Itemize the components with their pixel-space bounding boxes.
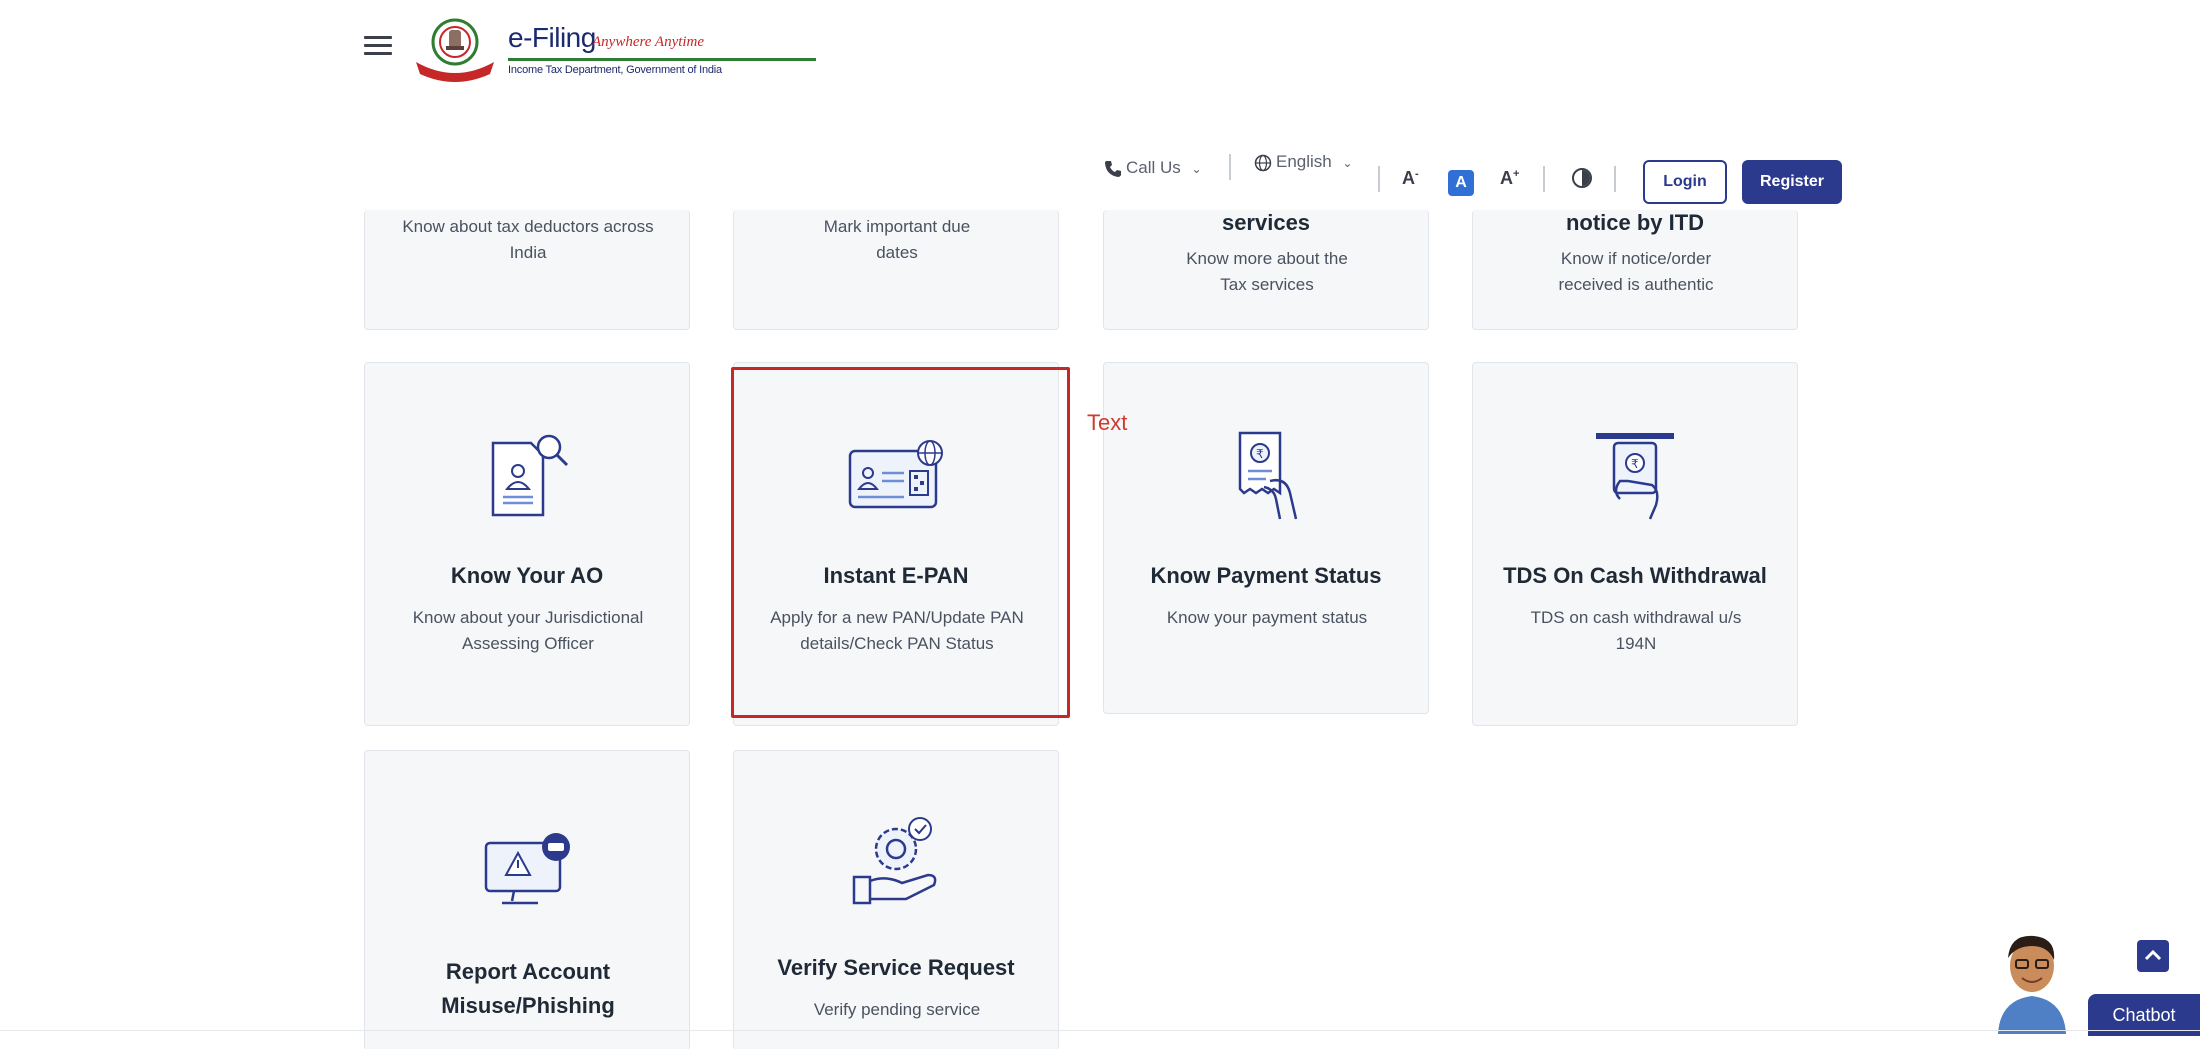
top-header: e-Filing Anywhere Anytime Income Tax Dep… xyxy=(0,0,2200,104)
card-tax-calendar[interactable]: Mark important due dates xyxy=(733,210,1059,330)
divider xyxy=(0,1030,2200,1031)
font-decrease-button[interactable]: A- xyxy=(1402,168,1419,189)
card-desc: TDS on cash withdrawal u/s 194N xyxy=(1530,608,1742,653)
emblem-icon xyxy=(416,18,494,82)
card-desc: Know more about the Tax services xyxy=(1186,249,1348,294)
divider xyxy=(1378,166,1380,192)
card-title: TDS On Cash Withdrawal xyxy=(1503,563,1767,588)
card-title: Know Payment Status xyxy=(1150,563,1382,588)
card-title: Know Your AO xyxy=(450,563,604,588)
call-us-label: Call Us xyxy=(1126,158,1181,177)
logo-underline xyxy=(508,58,816,61)
card-report-account-misuse[interactable]: Report Account Misuse/Phishing xyxy=(364,750,690,1049)
card-know-tan-details[interactable]: Know about tax deductors across India xyxy=(364,210,690,330)
svg-text:₹: ₹ xyxy=(1256,447,1264,461)
payment-receipt-hand-icon: ₹ xyxy=(1238,431,1298,520)
card-tds-cash-withdrawal[interactable]: ₹ TDS On Cash Withdrawal TDS on cash wit… xyxy=(1472,362,1798,726)
card-tax-services[interactable]: services Know more about the Tax service… xyxy=(1103,210,1429,330)
card-desc: Know about tax deductors across India xyxy=(402,217,654,262)
logo-subtitle: Income Tax Department, Government of Ind… xyxy=(508,64,722,76)
card-authenticate-notice[interactable]: notice by ITD Know if notice/order recei… xyxy=(1472,210,1798,330)
globe-icon xyxy=(1254,154,1272,171)
divider xyxy=(1543,166,1545,192)
language-dropdown[interactable]: English ⌄ xyxy=(1254,152,1353,172)
card-desc: Know your payment status xyxy=(1166,608,1368,627)
svg-text:₹: ₹ xyxy=(1631,457,1639,471)
contrast-toggle-icon[interactable] xyxy=(1572,168,1592,188)
font-increase-label: A xyxy=(1500,168,1513,188)
card-desc: Mark important due dates xyxy=(823,217,971,262)
phone-icon xyxy=(1105,160,1121,177)
chatbot-avatar-icon xyxy=(1998,935,2066,1034)
font-decrease-label: A xyxy=(1402,168,1415,188)
card-desc: Apply for a new PAN/Update PAN details/C… xyxy=(770,608,1024,653)
card-title: services xyxy=(1221,210,1311,235)
font-default-button[interactable]: A xyxy=(1448,170,1474,196)
monitor-warning-icon xyxy=(484,833,570,905)
card-instant-e-pan[interactable]: Instant E-PAN Apply for a new PAN/Update… xyxy=(733,362,1059,726)
card-desc: Know about your Jurisdictional Assessing… xyxy=(412,608,644,653)
chevron-down-icon: ⌄ xyxy=(1191,162,1202,176)
card-desc: Know if notice/order received is authent… xyxy=(1558,249,1714,294)
document-search-icon xyxy=(491,434,569,517)
font-increase-button[interactable]: A+ xyxy=(1500,168,1519,189)
logo-title: e-Filing xyxy=(508,22,596,53)
register-button[interactable]: Register xyxy=(1742,160,1842,204)
annotation-label: Text xyxy=(1087,410,1128,435)
login-button[interactable]: Login xyxy=(1643,160,1727,204)
chatbot-widget[interactable]: Chatbot xyxy=(1982,930,2200,1049)
atm-withdrawal-icon: ₹ xyxy=(1596,433,1674,520)
card-know-your-ao[interactable]: Know Your AO Know about your Jurisdictio… xyxy=(364,362,690,726)
pan-card-icon xyxy=(848,440,943,509)
gear-hand-icon xyxy=(852,817,937,905)
card-desc: Verify pending service xyxy=(813,1000,981,1019)
card-know-payment-status[interactable]: ₹ Know Payment Status Know your payment … xyxy=(1103,362,1429,714)
utility-bar: Call Us ⌄ English ⌄ A- A A+ Login Regist… xyxy=(0,104,2200,210)
efiling-logo[interactable]: e-Filing Anywhere Anytime Income Tax Dep… xyxy=(412,14,816,82)
divider xyxy=(1614,166,1616,192)
call-us-dropdown[interactable]: Call Us ⌄ xyxy=(1104,158,1202,178)
card-title: notice by ITD xyxy=(1565,210,1705,235)
card-verify-service-request[interactable]: Verify Service Request Verify pending se… xyxy=(733,750,1059,1049)
logo-tagline: Anywhere Anytime xyxy=(592,34,705,50)
card-title: Verify Service Request xyxy=(777,955,1015,980)
chevron-down-icon: ⌄ xyxy=(1342,156,1353,170)
card-title: Report Account Misuse/Phishing xyxy=(441,959,615,1018)
divider xyxy=(1229,154,1231,180)
hamburger-menu-icon[interactable] xyxy=(364,36,392,58)
card-title: Instant E-PAN xyxy=(823,563,969,588)
language-label: English xyxy=(1276,152,1332,171)
